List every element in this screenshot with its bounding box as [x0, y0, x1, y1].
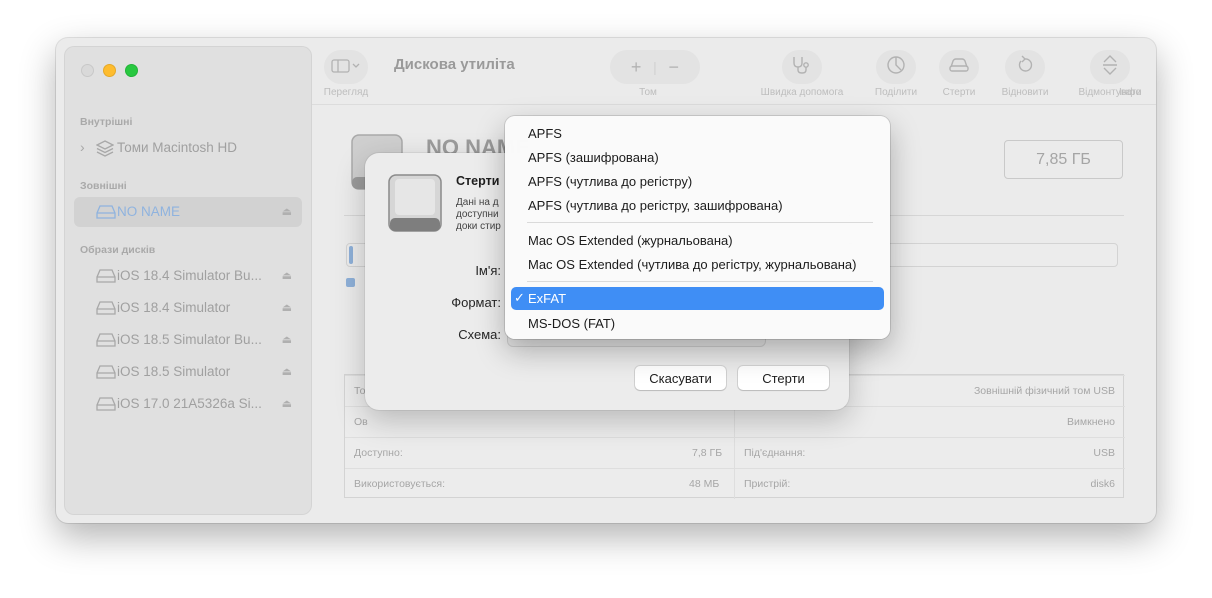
section-external-label: Зовнішні: [80, 180, 127, 192]
sidebar-item-label: NO NAME: [117, 204, 181, 219]
info-key: Ов: [354, 416, 368, 428]
erase-car-icon: [948, 56, 970, 79]
format-menu: APFS APFS (зашифрована) APFS (чутлива до…: [505, 116, 890, 339]
sidebar-item-label: iOS 18.4 Simulator Bu...: [117, 268, 262, 283]
eject-icon[interactable]: ⏏: [282, 269, 292, 282]
info-label: Інфо: [1118, 87, 1142, 98]
stethoscope-icon: [791, 55, 813, 80]
sidebar-toggle-icon: [331, 58, 361, 77]
info-key: Доступно:: [354, 447, 403, 459]
sidebar-item-disk-image[interactable]: iOS 18.5 Simulator Bu... ⏏: [74, 325, 302, 355]
erase-label: Стерти: [942, 87, 976, 98]
section-internal-label: Внутрішні: [80, 116, 133, 128]
partition-button[interactable]: [876, 50, 916, 84]
restore-button[interactable]: [1005, 50, 1045, 84]
zoom-window-button[interactable]: [125, 64, 138, 77]
minimize-window-button[interactable]: [103, 64, 116, 77]
sheet-title: Стерти: [456, 174, 500, 188]
eject-icon[interactable]: ⏏: [282, 397, 292, 410]
scheme-label: Схема:: [458, 327, 501, 342]
restore-label: Відновити: [1001, 87, 1049, 98]
info-value: USB: [1093, 447, 1115, 459]
menu-item-exfat[interactable]: ✓ ExFAT: [511, 287, 884, 310]
info-key: Пристрій:: [744, 478, 791, 490]
toolbar: Перегляд Дискова утиліта + | − Том Швидк…: [312, 38, 1156, 104]
pie-icon: [886, 55, 906, 80]
menu-item-apfs-case-sensitive[interactable]: APFS (чутлива до регістру): [511, 170, 884, 193]
menu-item-mac-os-extended-case-sensitive[interactable]: Mac OS Extended (чутлива до регістру, жу…: [511, 253, 884, 276]
info-key: Використовується:: [354, 478, 445, 490]
info-value: Вимкнено: [1067, 416, 1115, 428]
section-disk-images-label: Образи дисків: [80, 244, 156, 256]
volume-size: 7,85 ГБ: [1004, 140, 1123, 179]
volume-label: Том: [639, 87, 657, 98]
menu-item-ms-dos-fat[interactable]: MS-DOS (FAT): [511, 312, 884, 335]
sidebar: Внутрішні › Томи Macintosh HD Зовнішні N…: [64, 46, 312, 515]
sidebar-item-disk-image[interactable]: iOS 18.4 Simulator Bu... ⏏: [74, 261, 302, 291]
unmount-icon: [1100, 54, 1120, 81]
menu-item-mac-os-extended-journaled[interactable]: Mac OS Extended (журнальована): [511, 229, 884, 252]
table-row: Доступно: 7,8 ГБ Під'єднання: USB: [345, 437, 1125, 468]
disk-image-icon: [96, 332, 116, 351]
sidebar-item-disk-image[interactable]: iOS 18.4 Simulator ⏏: [74, 293, 302, 323]
view-button[interactable]: [324, 50, 368, 84]
window-controls: [81, 64, 138, 77]
cancel-button[interactable]: Скасувати: [635, 366, 726, 390]
table-row: Ов Вимкнено: [345, 406, 1125, 437]
sidebar-item-no-name[interactable]: NO NAME ⏏: [74, 197, 302, 227]
usage-bar-fill: [349, 246, 353, 264]
menu-separator: [527, 281, 873, 282]
menu-separator: [527, 222, 873, 223]
usage-legend-swatch: [346, 278, 355, 287]
eject-icon[interactable]: ⏏: [282, 301, 292, 314]
remove-volume-button[interactable]: −: [657, 57, 691, 78]
partition-label: Поділити: [874, 87, 918, 98]
layers-icon: [95, 140, 115, 160]
menu-item-apfs-case-sensitive-encrypted[interactable]: APFS (чутлива до регістру, зашифрована): [511, 194, 884, 217]
view-label: Перегляд: [323, 87, 369, 98]
sidebar-item-label: iOS 18.5 Simulator: [117, 364, 231, 379]
external-drive-icon: [387, 173, 443, 240]
menu-item-apfs[interactable]: APFS: [511, 122, 884, 145]
unmount-button[interactable]: [1090, 50, 1130, 84]
first-aid-label: Швидка допомога: [760, 87, 844, 98]
window-title: Дискова утиліта: [394, 56, 515, 73]
info-value: 48 МБ: [689, 478, 720, 490]
info-value: disk6: [1090, 478, 1115, 490]
eject-icon[interactable]: ⏏: [282, 365, 292, 378]
table-row: Використовується: 48 МБ Пристрій: disk6: [345, 468, 1125, 499]
info-value: 7,8 ГБ: [692, 447, 723, 459]
menu-item-apfs-encrypted[interactable]: APFS (зашифрована): [511, 146, 884, 169]
info-value: Зовнішній фізичний том USB: [973, 385, 1115, 397]
sidebar-item-label: iOS 17.0 21A5326a Si...: [117, 396, 262, 411]
disk-image-icon: [96, 300, 116, 319]
add-volume-button[interactable]: +: [619, 57, 653, 78]
disclosure-chevron-icon[interactable]: ›: [80, 139, 85, 155]
sidebar-item-macintosh-hd-volumes[interactable]: › Томи Macintosh HD: [74, 133, 302, 163]
disk-image-icon: [96, 268, 116, 287]
name-label: Ім'я:: [475, 263, 501, 278]
info-key: То: [354, 385, 366, 397]
checkmark-icon: ✓: [514, 290, 525, 305]
first-aid-button[interactable]: [782, 50, 822, 84]
sidebar-item-label: iOS 18.4 Simulator: [117, 300, 231, 315]
sidebar-item-disk-image[interactable]: iOS 18.5 Simulator ⏏: [74, 357, 302, 387]
disk-image-icon: [96, 364, 116, 383]
format-label: Формат:: [451, 295, 501, 310]
sidebar-item-disk-image[interactable]: iOS 17.0 21A5326a Si... ⏏: [74, 389, 302, 419]
external-drive-icon: [96, 204, 116, 223]
eject-icon[interactable]: ⏏: [282, 333, 292, 346]
disk-image-icon: [96, 396, 116, 415]
volume-button-group: + | −: [610, 50, 700, 84]
restore-arrow-icon: [1015, 55, 1035, 80]
erase-confirm-button[interactable]: Стерти: [738, 366, 829, 390]
sidebar-item-label: Томи Macintosh HD: [117, 140, 238, 155]
sidebar-item-label: iOS 18.5 Simulator Bu...: [117, 332, 262, 347]
info-key: Під'єднання:: [744, 447, 806, 459]
erase-button[interactable]: [939, 50, 979, 84]
close-window-button[interactable]: [81, 64, 94, 77]
eject-icon[interactable]: ⏏: [282, 205, 292, 218]
